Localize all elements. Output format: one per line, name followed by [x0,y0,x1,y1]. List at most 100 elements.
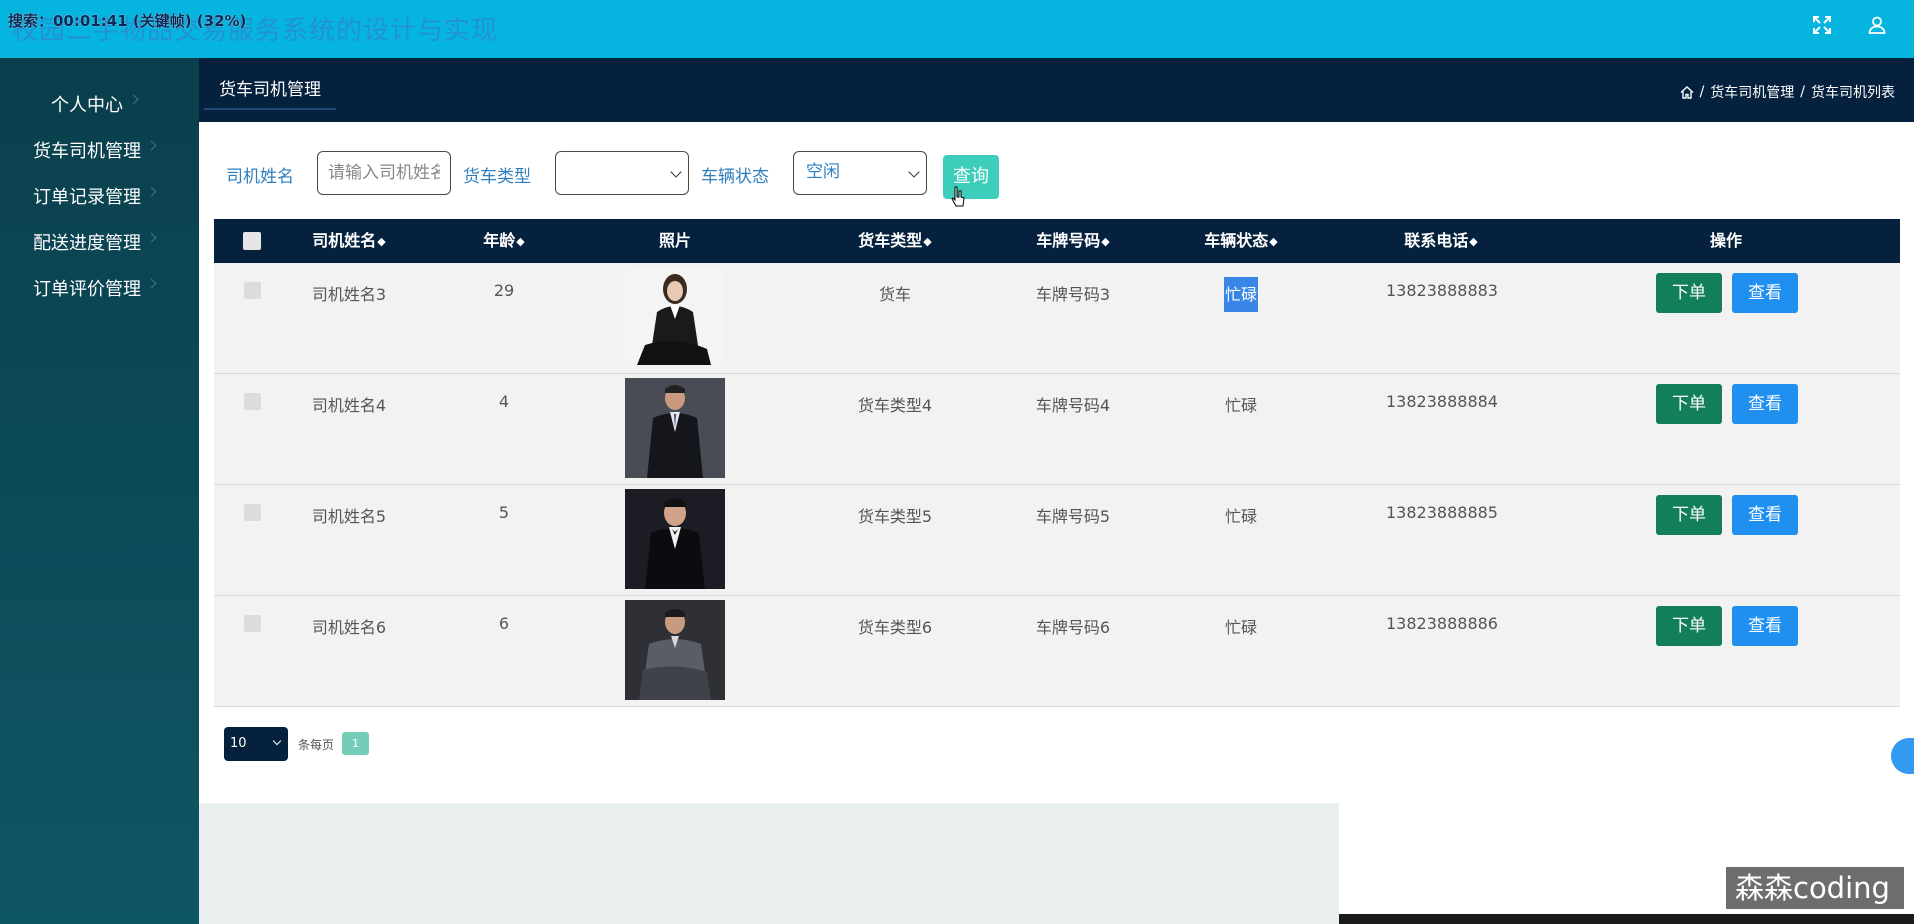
tab-driver-management[interactable]: 货车司机管理 [204,70,336,110]
table-row: 司机姓名5 5 货车类型5 车牌号码5 忙碌 13823888885 下单 查看 [214,485,1900,596]
breadcrumb-item: 货车司机列表 [1811,85,1895,101]
sidebar-item-order-reviews[interactable]: 订单评价管理 [0,264,199,310]
sidebar-item-label: 货车司机管理 [33,141,141,162]
driver-age: 6 [498,614,510,633]
table-row: 司机姓名4 4 货车类型4 车牌号码4 忙碌 13823888884 下单 查看 [214,374,1900,485]
row-checkbox[interactable] [244,504,261,521]
vehicle-status-value: 空闲 [806,162,840,182]
user-icon[interactable] [1862,14,1892,44]
driver-photo [625,267,725,367]
sort-icon: ◆ [923,234,932,248]
driver-name: 司机姓名4 [311,396,387,415]
home-icon[interactable] [1680,85,1694,99]
sort-icon: ◆ [1269,234,1278,248]
view-button[interactable]: 查看 [1732,273,1798,313]
phone-number: 13823888886 [1386,614,1498,633]
chevron-icon [146,278,157,289]
column-header-actions: 操作 [1709,231,1742,250]
truck-type: 货车类型5 [857,507,933,526]
order-button[interactable]: 下单 [1656,606,1722,646]
view-button[interactable]: 查看 [1732,495,1798,535]
sidebar-item-order-records[interactable]: 订单记录管理 [0,172,199,218]
breadcrumb-separator: / [1699,84,1705,100]
sidebar-item-label: 订单评价管理 [33,279,141,300]
column-header-phone[interactable]: 联系电话◆ [1386,219,1496,263]
breadcrumb-item[interactable]: 货车司机管理 [1710,82,1794,102]
fullscreen-icon[interactable] [1807,14,1837,44]
truck-type: 货车类型4 [857,396,933,415]
plate-number: 车牌号码6 [1035,618,1111,637]
order-button[interactable]: 下单 [1656,384,1722,424]
content-header: 货车司机管理 / 货车司机管理 / 货车司机列表 [199,58,1914,122]
column-header-plate[interactable]: 车牌号码◆ [1018,219,1128,263]
driver-photo [625,600,725,700]
vehicle-status: 忙碌 [1224,396,1257,415]
column-header-status[interactable]: 车辆状态◆ [1186,219,1296,263]
order-button[interactable]: 下单 [1656,495,1722,535]
top-bar: 校园二手物品交易服务系统的设计与实现 搜索：00:01:41 (关键帧) (32… [0,0,1914,58]
sidebar-item-driver-management[interactable]: 货车司机管理 [0,126,199,172]
truck-type-select[interactable] [555,151,689,195]
table-row: 司机姓名6 6 货车类型6 车牌号码6 忙碌 13823888886 下单 查看 [214,596,1900,707]
sidebar-item-label: 订单记录管理 [33,187,141,208]
driver-age: 29 [493,281,515,300]
sort-icon: ◆ [377,234,386,248]
chevron-icon [146,232,157,243]
driver-age: 5 [498,503,510,522]
chevron-down-icon [908,166,920,178]
chevron-icon [128,94,139,105]
per-page-label: 条每页 [298,738,335,752]
chevron-down-icon [272,736,282,746]
column-header-truck-type[interactable]: 货车类型◆ [840,219,950,263]
plate-number: 车牌号码5 [1035,507,1111,526]
chevron-icon [146,186,157,197]
sort-icon: ◆ [1101,234,1110,248]
page-number-button[interactable]: 1 [342,732,369,755]
breadcrumb: / 货车司机管理 / 货车司机列表 [1680,82,1895,102]
chevron-down-icon [670,166,682,178]
row-checkbox[interactable] [244,282,261,299]
vehicle-status-label: 车辆状态 [701,167,769,187]
order-button[interactable]: 下单 [1656,273,1722,313]
page-size-value: 10 [230,736,247,751]
driver-name: 司机姓名5 [311,507,387,526]
driver-photo [625,378,725,478]
page-size-select[interactable]: 10 [224,727,288,761]
sort-icon: ◆ [516,234,525,248]
driver-name-label: 司机姓名 [226,167,294,187]
sidebar-item-delivery-progress[interactable]: 配送进度管理 [0,218,199,264]
table-header: 司机姓名◆ 年龄◆ 照片 货车类型◆ 车牌号码◆ 车辆状态◆ 联系电话◆ 操作 [214,219,1900,263]
driver-name-input[interactable] [317,151,451,195]
driver-name: 司机姓名6 [311,618,387,637]
row-checkbox[interactable] [244,393,261,410]
sidebar-item-label: 配送进度管理 [33,233,141,254]
vehicle-status: 忙碌 [1224,507,1257,526]
vehicle-status: 忙碌 [1224,618,1257,637]
driver-photo [625,489,725,589]
column-header-name[interactable]: 司机姓名◆ [294,219,404,263]
vehicle-status: 忙碌 [1211,277,1271,312]
select-all-checkbox[interactable] [243,232,261,250]
column-header-age[interactable]: 年龄◆ [474,219,534,263]
truck-type: 货车类型6 [857,618,933,637]
mouse-cursor-icon [951,186,965,207]
main-panel: 司机姓名 货车类型 车辆状态 空闲 查询 司机姓名◆ 年龄◆ 照片 货车类型◆ … [199,122,1914,803]
truck-type-label: 货车类型 [463,167,531,187]
chevron-icon [146,140,157,151]
sidebar-item-personal-center[interactable]: 个人中心 [0,80,199,126]
bottom-edge-bar [1339,914,1914,924]
view-button[interactable]: 查看 [1732,606,1798,646]
status-text: 忙碌 [1223,277,1258,312]
watermark: 森森coding [1726,867,1904,909]
truck-type: 货车 [878,285,911,304]
phone-number: 13823888885 [1386,503,1498,522]
sidebar: 个人中心 货车司机管理 订单记录管理 配送进度管理 订单评价管理 [0,58,199,924]
vehicle-status-select[interactable]: 空闲 [793,151,927,195]
row-checkbox[interactable] [244,615,261,632]
phone-number: 13823888884 [1386,392,1498,411]
video-overlay-text: 搜索：00:01:41 (关键帧) (32%) [8,12,247,30]
column-header-photo: 照片 [658,231,691,250]
sort-icon: ◆ [1469,234,1478,248]
driver-name: 司机姓名3 [311,285,387,304]
view-button[interactable]: 查看 [1732,384,1798,424]
